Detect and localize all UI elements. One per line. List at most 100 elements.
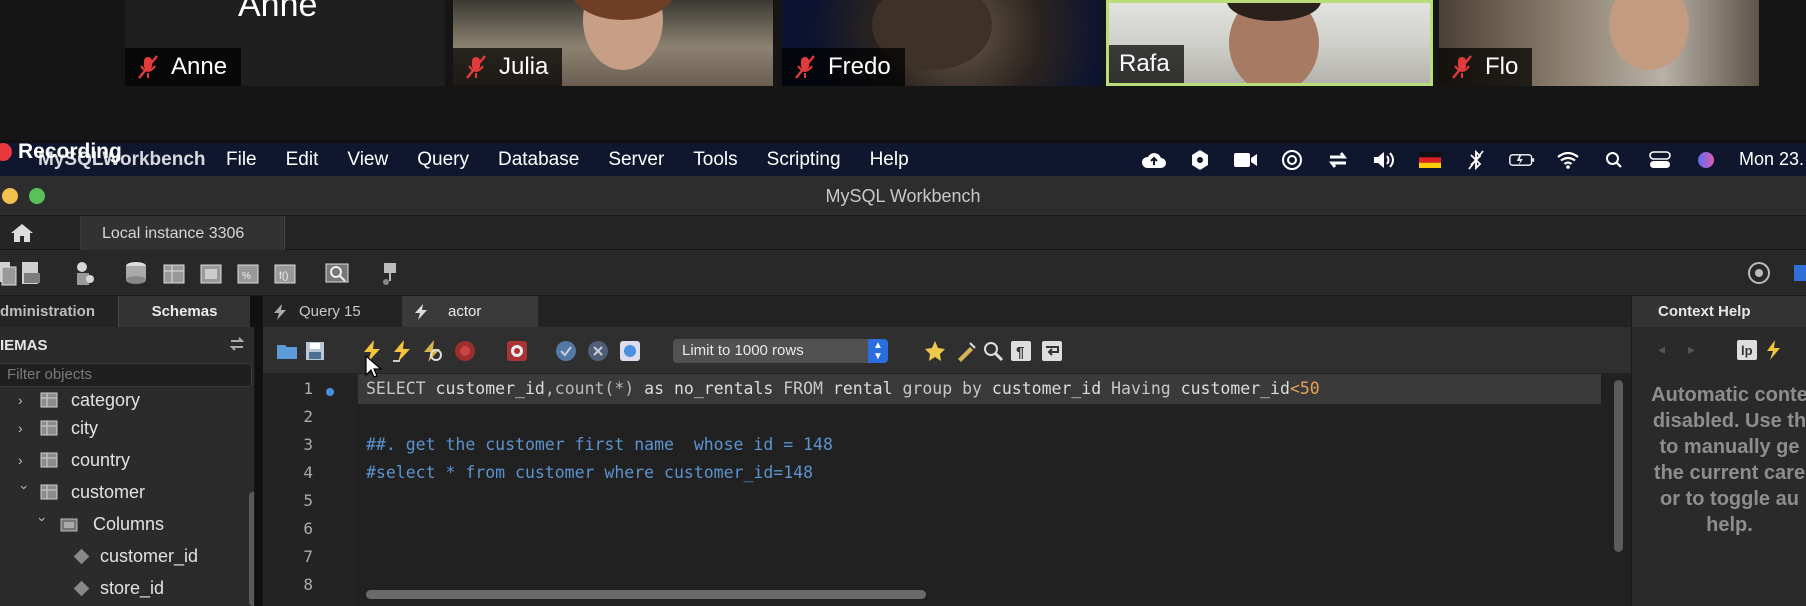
menu-view[interactable]: View xyxy=(347,149,388,171)
participant-tile-fredo[interactable]: Fredo xyxy=(782,0,1102,86)
gear-cube-icon[interactable] xyxy=(1187,149,1213,171)
beautify-icon[interactable] xyxy=(955,339,979,363)
chevron-down-icon[interactable]: › xyxy=(35,517,51,531)
wifi-icon[interactable] xyxy=(1555,149,1581,171)
tab-actor[interactable]: actor xyxy=(402,296,538,327)
tree-item-label: customer xyxy=(71,481,146,502)
focus-icon[interactable] xyxy=(1279,149,1305,171)
tab-local-instance[interactable]: Local instance 3306 xyxy=(81,216,285,250)
tab-administration[interactable]: dministration xyxy=(0,296,118,327)
create-view-icon[interactable] xyxy=(197,259,225,287)
german-flag-icon[interactable] xyxy=(1417,149,1443,171)
menu-bar-clock[interactable]: Mon 23. xyxy=(1739,149,1804,170)
screen: Anne Anne Julia Fredo Rafa Flo MySQLWork… xyxy=(0,0,1806,606)
search-icon[interactable] xyxy=(1601,149,1627,171)
sync-icon[interactable] xyxy=(1325,149,1351,171)
tree-item-country[interactable]: › country xyxy=(18,445,130,475)
tree-item-columns[interactable]: › Columns xyxy=(35,509,164,539)
execute-current-icon[interactable] xyxy=(390,339,414,363)
svg-text:lp: lp xyxy=(1741,343,1753,358)
tree-item-label: category xyxy=(71,389,141,410)
menu-help[interactable]: Help xyxy=(870,149,909,171)
word-wrap-icon[interactable] xyxy=(1040,339,1064,363)
toggle-errors-icon[interactable] xyxy=(505,339,529,363)
menu-query[interactable]: Query xyxy=(417,149,469,171)
chevron-down-icon[interactable]: › xyxy=(17,485,33,499)
sql-editor[interactable]: 1 2 3 4 5 6 7 8 SELECT customer_id,count… xyxy=(263,374,1631,606)
battery-icon[interactable] xyxy=(1509,149,1535,171)
participant-tile-julia[interactable]: Julia xyxy=(453,0,773,86)
line-number: 4 xyxy=(303,463,313,482)
tree-item-customer-id[interactable]: customer_id xyxy=(73,541,199,571)
tab-schemas[interactable]: Schemas xyxy=(118,296,250,327)
tab-query-15[interactable]: Query 15 xyxy=(273,296,403,327)
open-folder-icon[interactable] xyxy=(275,339,299,363)
create-table-icon[interactable] xyxy=(160,259,188,287)
create-procedure-icon[interactable]: % xyxy=(234,259,262,287)
tree-item-store-id[interactable]: store_id xyxy=(73,573,164,603)
select-arrows-icon: ▲ ▼ xyxy=(868,339,888,363)
reconnect-icon[interactable] xyxy=(376,259,404,287)
back-icon[interactable]: ◂ xyxy=(1658,341,1665,358)
status-menu-icons: Mon 23. xyxy=(1141,143,1806,176)
filter-objects-input[interactable]: Filter objects xyxy=(0,363,252,387)
stop-icon[interactable] xyxy=(453,339,477,363)
create-function-icon[interactable]: f() xyxy=(271,259,299,287)
tree-item-label: customer_id xyxy=(100,545,199,566)
commit-icon[interactable] xyxy=(554,339,578,363)
forward-icon[interactable]: ▸ xyxy=(1688,341,1695,358)
save-icon[interactable] xyxy=(303,339,327,363)
participant-tile-flo[interactable]: Flo xyxy=(1439,0,1759,86)
create-schema-icon[interactable] xyxy=(122,259,150,287)
participant-tile-anne[interactable]: Anne Anne xyxy=(125,0,445,86)
code-line-4: #select * from customer where customer_i… xyxy=(366,463,814,482)
siri-icon[interactable] xyxy=(1693,149,1719,171)
tree-item-city[interactable]: › city xyxy=(18,413,98,443)
participant-tile-rafa-active-speaker[interactable]: Rafa xyxy=(1106,0,1433,86)
control-center-icon[interactable] xyxy=(1647,149,1673,171)
menu-edit[interactable]: Edit xyxy=(286,149,319,171)
horizontal-scrollbar[interactable] xyxy=(366,590,926,599)
new-sql-tab-icon[interactable] xyxy=(0,259,20,287)
open-sql-script-icon[interactable] xyxy=(18,259,46,287)
line-number: 2 xyxy=(303,407,313,426)
cloud-upload-icon[interactable] xyxy=(1141,149,1167,171)
volume-icon[interactable] xyxy=(1371,149,1397,171)
limit-rows-select[interactable]: Limit to 1000 rows ▲ ▼ xyxy=(673,339,888,363)
participant-name-tag: Rafa xyxy=(1109,45,1184,83)
home-icon[interactable] xyxy=(10,223,34,243)
table-search-icon[interactable] xyxy=(323,259,351,287)
context-help-line: help. xyxy=(1706,514,1753,536)
tree-item-category[interactable]: › category xyxy=(18,387,140,413)
chevron-right-icon[interactable]: › xyxy=(18,392,32,408)
settings-gear-icon[interactable] xyxy=(1745,259,1773,287)
autocommit-icon[interactable] xyxy=(618,339,642,363)
mouse-pointer-icon xyxy=(365,355,382,378)
invisible-chars-icon[interactable]: ¶ xyxy=(1009,339,1033,363)
sidebar-scrollbar[interactable] xyxy=(249,492,254,606)
menu-tools[interactable]: Tools xyxy=(693,149,737,171)
video-camera-icon[interactable] xyxy=(1233,149,1259,171)
add-snippet-icon[interactable] xyxy=(923,339,947,363)
menu-file[interactable]: File xyxy=(226,149,257,171)
sidebar-toggle-icon[interactable] xyxy=(1792,259,1806,287)
inspector-icon[interactable] xyxy=(70,259,98,287)
vertical-scrollbar[interactable] xyxy=(1614,380,1623,552)
window-title: MySQL Workbench xyxy=(825,186,981,206)
chevron-right-icon[interactable]: › xyxy=(18,420,32,436)
refresh-icon[interactable] xyxy=(228,336,246,352)
menu-database[interactable]: Database xyxy=(498,149,579,171)
rollback-icon[interactable] xyxy=(586,339,610,363)
menu-server[interactable]: Server xyxy=(608,149,664,171)
code-line-3: ##. get the customer first name whose id… xyxy=(366,435,833,454)
participant-name-tag: Fredo xyxy=(782,48,905,86)
bluetooth-off-icon[interactable] xyxy=(1463,149,1489,171)
menu-scripting[interactable]: Scripting xyxy=(767,149,841,171)
query-tab-label: actor xyxy=(448,303,482,320)
tree-item-customer[interactable]: › customer xyxy=(17,477,146,507)
explain-icon[interactable] xyxy=(420,339,444,363)
find-icon[interactable] xyxy=(981,339,1005,363)
manual-help-icon[interactable]: lp xyxy=(1736,339,1758,361)
auto-help-icon[interactable] xyxy=(1764,339,1782,361)
chevron-right-icon[interactable]: › xyxy=(18,452,32,468)
